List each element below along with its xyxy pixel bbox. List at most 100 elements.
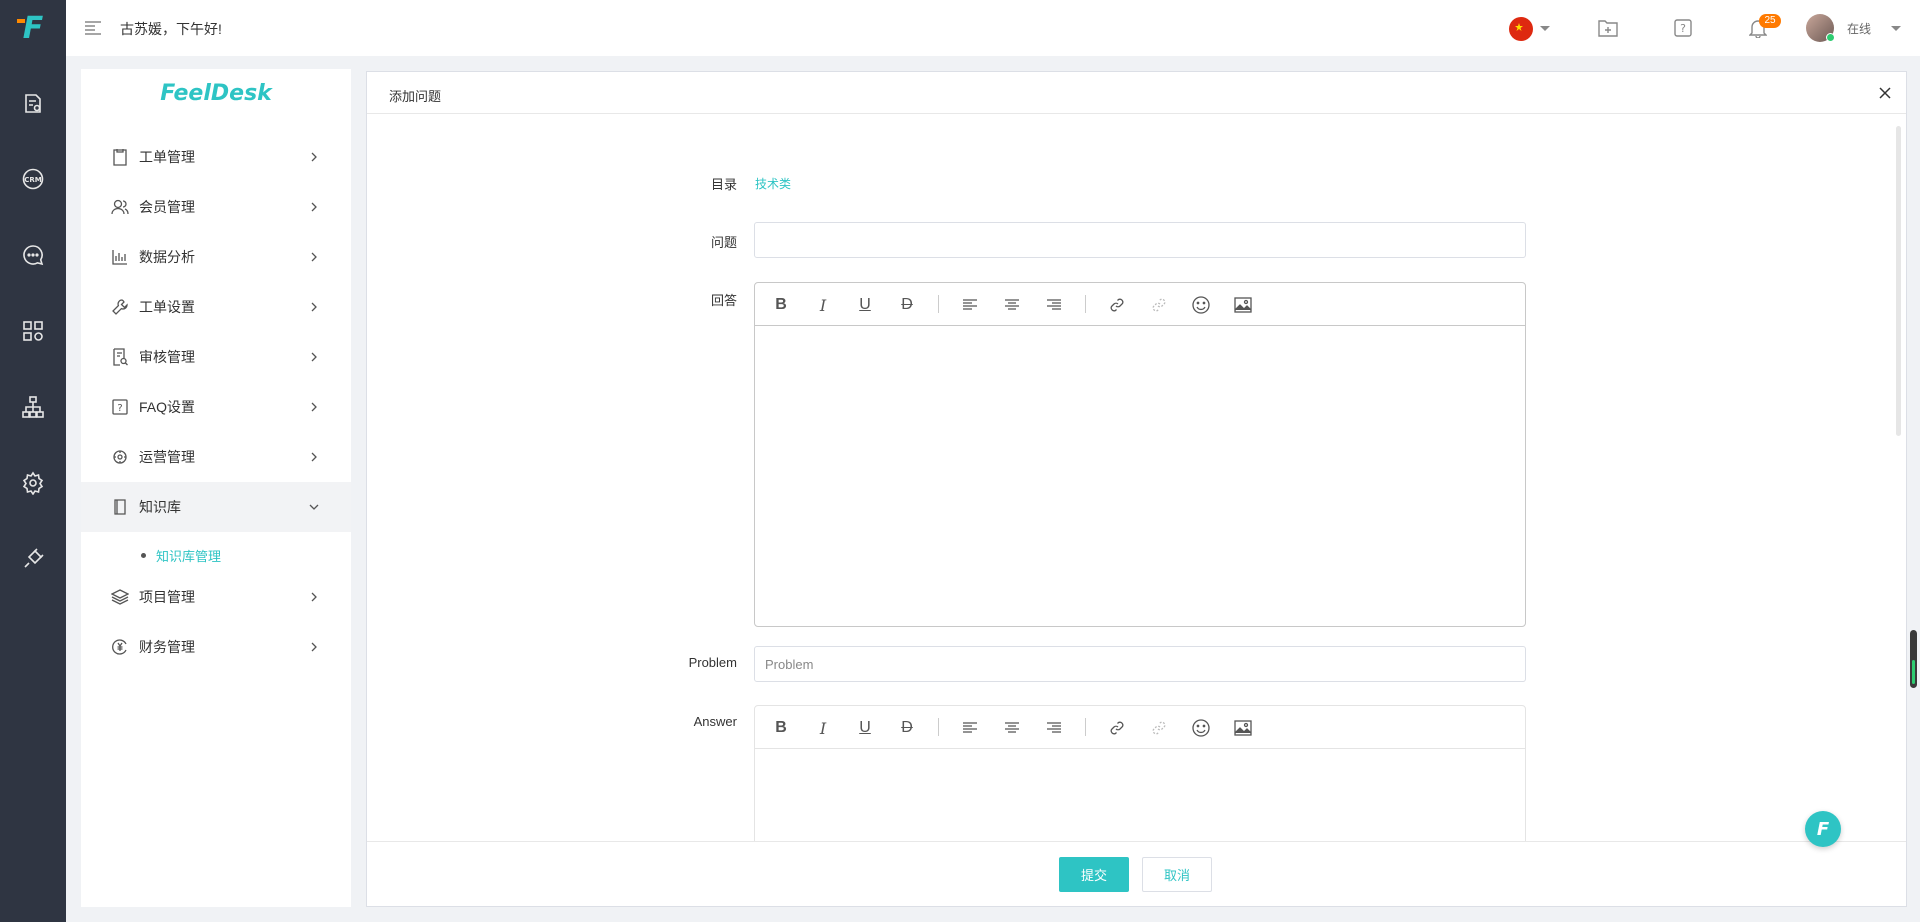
sidebar-item-faq[interactable]: ? FAQ设置 <box>81 382 351 432</box>
unlink-icon[interactable] <box>1147 293 1171 317</box>
align-center-icon[interactable] <box>1000 293 1024 317</box>
ticket-settings-icon[interactable] <box>17 88 49 120</box>
link-icon[interactable] <box>1105 716 1129 740</box>
sidebar-item-label: 审核管理 <box>139 349 195 365</box>
cancel-button[interactable]: 取消 <box>1142 857 1212 892</box>
sidebar-subitem-kb-management[interactable]: 知识库管理 <box>141 542 221 568</box>
app-logo-text: F <box>16 10 44 46</box>
sidebar-item-members[interactable]: 会员管理 <box>81 182 351 232</box>
menu-toggle-icon[interactable] <box>84 20 102 36</box>
dialog-scrollbar[interactable] <box>1896 126 1901 436</box>
align-left-icon[interactable] <box>958 716 982 740</box>
new-folder-icon[interactable] <box>1597 17 1619 39</box>
app-logo[interactable]: F <box>0 0 66 56</box>
chevron-right-icon <box>311 202 317 212</box>
language-caret-icon[interactable] <box>1540 26 1550 31</box>
chevron-right-icon <box>311 642 317 652</box>
bullet-dot <box>141 552 146 558</box>
greeting-text: 古苏媛，下午好! <box>120 21 222 37</box>
bold-icon[interactable]: B <box>769 716 793 740</box>
sidebar-item-ticket-settings[interactable]: 工单设置 <box>81 282 351 332</box>
wrench-icon <box>111 298 129 316</box>
add-question-dialog: 添加问题 目录 技术类 问题 回答 B I U D Problem Proble… <box>366 71 1907 907</box>
close-icon[interactable] <box>1878 86 1892 100</box>
sidebar-item-finance[interactable]: 财务管理 <box>81 622 351 672</box>
operations-icon <box>111 448 129 466</box>
problem-input[interactable] <box>754 646 1526 682</box>
sidebar-item-tickets[interactable]: 工单管理 <box>81 132 351 182</box>
underline-icon[interactable]: U <box>853 293 877 317</box>
online-status-dot <box>1826 33 1835 42</box>
underline-icon[interactable]: U <box>853 716 877 740</box>
align-left-icon[interactable] <box>958 293 982 317</box>
crm-icon[interactable]: CRM <box>17 163 49 195</box>
sidebar-item-label: FAQ设置 <box>139 399 196 415</box>
dialog-title: 添加问题 <box>389 89 442 104</box>
toolbar-divider <box>938 718 939 736</box>
sidebar-item-label: 数据分析 <box>139 249 195 265</box>
bold-icon[interactable]: B <box>769 293 793 317</box>
emoji-icon[interactable] <box>1189 293 1213 317</box>
sidebar-item-projects[interactable]: 项目管理 <box>81 572 351 622</box>
answer-label: 回答 <box>710 293 737 308</box>
align-center-icon[interactable] <box>1000 716 1024 740</box>
en-answer-editor-toolbar: B I U D <box>755 706 1525 749</box>
link-icon[interactable] <box>1105 293 1129 317</box>
strikethrough-icon[interactable]: D <box>895 716 919 740</box>
sidebar-item-knowledge-base[interactable]: 知识库 <box>81 482 351 532</box>
directory-label: 目录 <box>710 177 737 192</box>
en-answer-editor[interactable]: B I U D <box>754 705 1526 843</box>
floating-help-button[interactable]: F <box>1805 811 1841 847</box>
status-caret-icon[interactable] <box>1891 26 1901 31</box>
sidebar-item-label: 知识库 <box>139 499 181 515</box>
sidebar-item-operations[interactable]: 运营管理 <box>81 432 351 482</box>
strikethrough-icon[interactable]: D <box>895 293 919 317</box>
chevron-right-icon <box>311 592 317 602</box>
toolbar-divider <box>1085 295 1086 313</box>
align-right-icon[interactable] <box>1042 293 1066 317</box>
emoji-icon[interactable] <box>1189 716 1213 740</box>
ticket-icon <box>111 148 129 166</box>
toolbar-divider <box>1085 718 1086 736</box>
dialog-footer: 提交 取消 <box>367 841 1906 906</box>
italic-icon[interactable]: I <box>811 716 835 740</box>
italic-icon[interactable]: I <box>811 293 835 317</box>
image-icon[interactable] <box>1231 293 1255 317</box>
apps-icon[interactable] <box>17 315 49 347</box>
svg-text:?: ? <box>117 403 122 414</box>
sidebar-item-review[interactable]: 审核管理 <box>81 332 351 382</box>
question-input[interactable] <box>754 222 1526 258</box>
svg-text:?: ? <box>1680 22 1686 35</box>
submit-button[interactable]: 提交 <box>1059 857 1129 892</box>
icon-rail: F CRM <box>0 0 66 922</box>
en-answer-editor-content[interactable] <box>755 749 1525 843</box>
plugin-icon[interactable] <box>17 543 49 575</box>
book-icon <box>111 498 129 516</box>
language-flag-icon[interactable] <box>1509 17 1533 41</box>
settings-icon[interactable] <box>17 467 49 499</box>
chevron-down-icon <box>309 504 319 510</box>
answer-editor-content[interactable] <box>755 326 1525 626</box>
status-label[interactable]: 在线 <box>1847 20 1871 37</box>
align-right-icon[interactable] <box>1042 716 1066 740</box>
sidebar-item-label: 会员管理 <box>139 199 195 215</box>
floating-logo-text: F <box>1816 818 1830 840</box>
review-icon <box>111 348 129 366</box>
image-icon[interactable] <box>1231 716 1255 740</box>
help-icon[interactable]: ? <box>1672 17 1694 39</box>
answer-editor[interactable]: B I U D <box>754 282 1526 627</box>
chat-icon[interactable] <box>17 239 49 271</box>
page-scrollbar[interactable] <box>1910 630 1917 688</box>
org-chart-icon[interactable] <box>17 391 49 423</box>
en-answer-label: Answer <box>693 714 737 729</box>
brand-logo: FeelDesk <box>160 81 272 106</box>
unlink-icon[interactable] <box>1147 716 1171 740</box>
directory-value[interactable]: 技术类 <box>755 175 791 192</box>
notification-badge: 25 <box>1759 14 1781 28</box>
sidebar-item-label: 运营管理 <box>139 449 195 465</box>
sidebar-item-analytics[interactable]: 数据分析 <box>81 232 351 282</box>
toolbar-divider <box>938 295 939 313</box>
sidebar-item-label: 财务管理 <box>139 639 195 655</box>
layers-icon <box>111 588 129 606</box>
svg-text:CRM: CRM <box>24 176 42 184</box>
